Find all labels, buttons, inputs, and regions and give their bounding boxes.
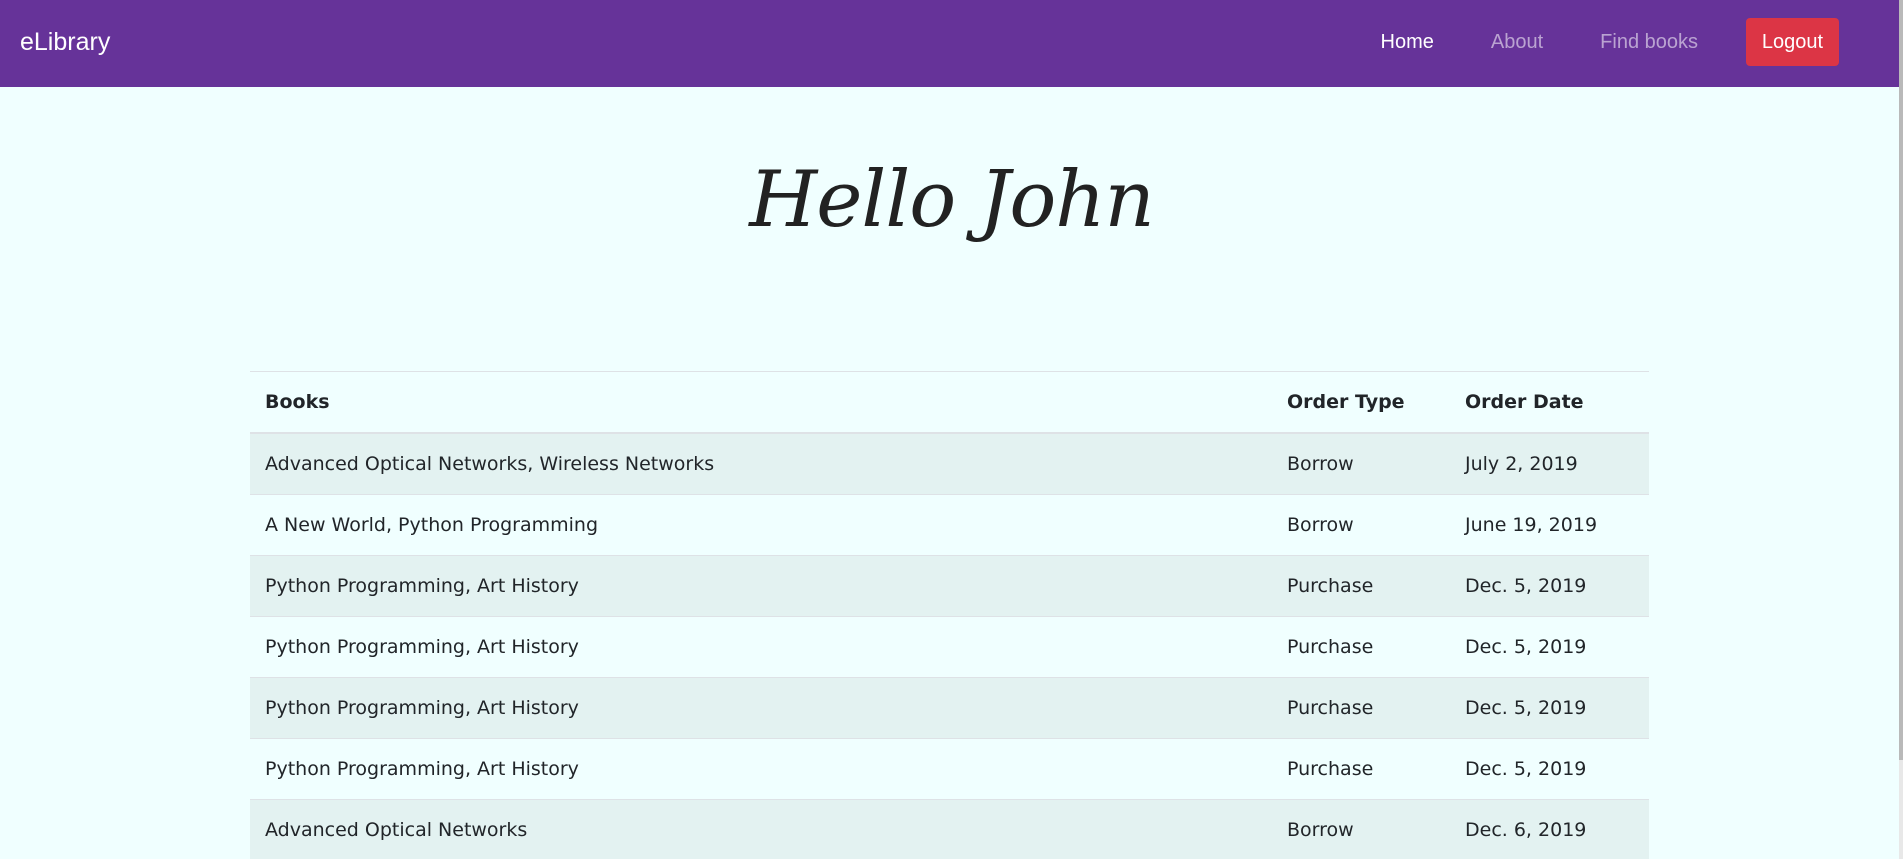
books-cell: Advanced Optical Networks <box>250 799 1272 859</box>
greeting-heading: Hello John <box>749 155 1155 245</box>
orders-table-container: Books Order Type Order Date Advanced Opt… <box>250 371 1649 859</box>
order-date-cell: July 2, 2019 <box>1450 432 1649 495</box>
order-type-cell: Purchase <box>1272 677 1450 739</box>
table-row: Python Programming, Art History Purchase… <box>250 555 1649 617</box>
order-date-column-header: Order Date <box>1450 371 1649 434</box>
nav-links: Home About Find books Logout <box>1381 18 1839 66</box>
order-type-cell: Purchase <box>1272 738 1450 800</box>
order-type-cell: Borrow <box>1272 494 1450 556</box>
logout-button[interactable]: Logout <box>1746 18 1839 66</box>
order-date-cell: Dec. 5, 2019 <box>1450 555 1649 617</box>
books-cell: A New World, Python Programming <box>250 494 1272 556</box>
order-date-cell: Dec. 5, 2019 <box>1450 616 1649 678</box>
books-cell: Python Programming, Art History <box>250 616 1272 678</box>
navbar: eLibrary Home About Find books Logout <box>0 0 1899 87</box>
books-column-header: Books <box>250 371 1272 434</box>
orders-table-body: Advanced Optical Networks, Wireless Netw… <box>250 432 1649 859</box>
books-cell: Python Programming, Art History <box>250 555 1272 617</box>
order-type-cell: Purchase <box>1272 616 1450 678</box>
order-date-cell: Dec. 5, 2019 <box>1450 677 1649 739</box>
table-row: A New World, Python Programming Borrow J… <box>250 494 1649 556</box>
table-row: Advanced Optical Networks, Wireless Netw… <box>250 432 1649 495</box>
nav-about-link[interactable]: About <box>1491 30 1543 54</box>
table-row: Advanced Optical Networks Borrow Dec. 6,… <box>250 799 1649 859</box>
table-row: Python Programming, Art History Purchase… <box>250 677 1649 739</box>
books-cell: Python Programming, Art History <box>250 738 1272 800</box>
nav-home-link[interactable]: Home <box>1381 30 1434 54</box>
order-type-column-header: Order Type <box>1272 371 1450 434</box>
order-date-cell: Dec. 5, 2019 <box>1450 738 1649 800</box>
books-cell: Python Programming, Art History <box>250 677 1272 739</box>
brand-link[interactable]: eLibrary <box>20 27 110 57</box>
table-row: Python Programming, Art History Purchase… <box>250 738 1649 800</box>
page: eLibrary Home About Find books Logout He… <box>0 0 1903 859</box>
nav-find-books-link[interactable]: Find books <box>1600 30 1698 54</box>
scrollbar-thumb[interactable] <box>1899 0 1903 760</box>
order-type-cell: Borrow <box>1272 432 1450 495</box>
orders-table: Books Order Type Order Date Advanced Opt… <box>250 371 1649 859</box>
page-scrollbar[interactable] <box>1899 0 1903 859</box>
table-row: Python Programming, Art History Purchase… <box>250 616 1649 678</box>
books-cell: Advanced Optical Networks, Wireless Netw… <box>250 432 1272 495</box>
order-date-cell: Dec. 6, 2019 <box>1450 799 1649 859</box>
order-type-cell: Purchase <box>1272 555 1450 617</box>
header-row: Books Order Type Order Date <box>250 371 1649 434</box>
order-date-cell: June 19, 2019 <box>1450 494 1649 556</box>
orders-table-header: Books Order Type Order Date <box>250 371 1649 434</box>
order-type-cell: Borrow <box>1272 799 1450 859</box>
